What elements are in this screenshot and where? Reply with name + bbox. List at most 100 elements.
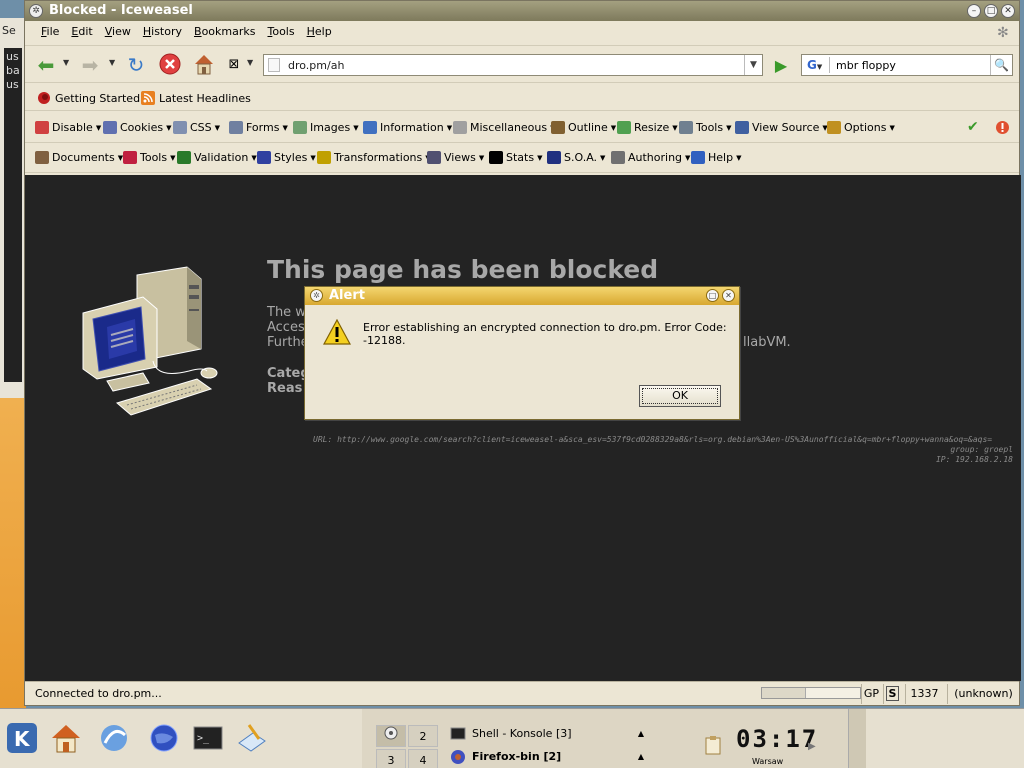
wat-menu-views[interactable]: Views ▼ <box>427 151 484 164</box>
alert-title: Alert <box>329 288 365 303</box>
bg-text-3: ba <box>6 64 20 77</box>
error-console-icon[interactable] <box>995 120 1010 135</box>
alert-title-bar[interactable]: ✲ Alert □ ✕ <box>305 287 739 305</box>
close-tab-x-icon[interactable]: ⊠ <box>221 52 247 78</box>
stop-button[interactable] <box>157 52 183 78</box>
bookmark-getting-started[interactable]: Getting Started <box>37 91 140 105</box>
bg-text-2: us <box>6 50 19 63</box>
bookmark-latest-headlines[interactable]: Latest Headlines <box>141 91 251 105</box>
stats-icon <box>489 151 503 164</box>
pager-desktop-2[interactable]: 2 <box>408 725 438 747</box>
search-engine-icon[interactable]: G▼ <box>804 57 830 73</box>
maximize-icon[interactable]: □ <box>984 4 998 18</box>
search-input[interactable]: mbr floppy <box>836 59 896 72</box>
forward-history-dropdown[interactable]: ▼ <box>109 58 115 67</box>
kmenu-button[interactable]: K <box>4 721 40 757</box>
dropdown-arrow-icon: ▼ <box>170 153 176 162</box>
warning-icon <box>323 319 351 345</box>
url-bar[interactable]: dro.pm/ah ▼ <box>263 54 763 76</box>
wat-menu-stats[interactable]: Stats ▼ <box>489 151 542 164</box>
title-bar[interactable]: ✲ Blocked - Iceweasel – □ ✕ <box>25 1 1019 21</box>
konqueror-button[interactable] <box>96 721 132 757</box>
webdev-menu-css[interactable]: CSS ▼ <box>173 121 220 134</box>
task-konsole[interactable]: Shell - Konsole [3] ▲ <box>448 723 648 745</box>
panel-handle[interactable] <box>848 709 866 768</box>
search-icon[interactable]: 🔍 <box>990 55 1012 75</box>
gp-indicator[interactable]: GP <box>861 684 881 704</box>
dropdown-arrow-icon: ▼ <box>446 123 453 132</box>
dropdown-arrow-icon: ▼ <box>95 123 102 132</box>
menu-view[interactable]: View <box>99 23 137 43</box>
pager-desktop-4[interactable]: 4 <box>408 749 438 768</box>
task-firefox[interactable]: Firefox-bin [2] ▲ <box>448 746 648 768</box>
globe-icon <box>150 724 178 752</box>
browser-launch-button[interactable] <box>146 721 182 757</box>
dropdown-arrow-icon: ▼ <box>600 153 606 162</box>
search-bar[interactable]: G▼ mbr floppy 🔍 <box>801 54 1013 76</box>
ok-button[interactable]: OK <box>639 385 721 407</box>
webdev-menu-miscellaneous[interactable]: Miscellaneous▼ <box>453 121 556 134</box>
menu-tools[interactable]: Tools <box>261 23 300 43</box>
window-menu-icon[interactable]: ✲ <box>29 4 43 18</box>
menu-edit[interactable]: Edit <box>65 23 98 43</box>
webdev-menu-outline[interactable]: Outline ▼ <box>551 121 616 134</box>
webdev-menu-forms[interactable]: Forms ▼ <box>229 121 288 134</box>
dropdown-arrow-icon: ▼ <box>166 123 172 132</box>
url-dropdown-icon[interactable]: ▼ <box>744 55 762 75</box>
wat-menu-validation[interactable]: Validation ▼ <box>177 151 257 164</box>
menu-help[interactable]: Help <box>301 23 338 43</box>
alert-close-icon[interactable]: ✕ <box>722 289 735 302</box>
home-button[interactable] <box>191 52 217 78</box>
klipper-icon[interactable] <box>704 735 722 755</box>
webdev-menu-disable[interactable]: Disable ▼ <box>35 121 101 134</box>
wat-menu-documents[interactable]: Documents ▼ <box>35 151 123 164</box>
pager-desktop-3[interactable]: 3 <box>376 749 406 768</box>
alert-message: Error establishing an encrypted connecti… <box>363 321 727 347</box>
task-expand-icon[interactable]: ▲ <box>638 723 644 745</box>
pager-desktop-1[interactable] <box>376 725 406 747</box>
kwrite-launch-button[interactable] <box>234 721 270 757</box>
task-expand-icon[interactable]: ▲ <box>638 746 644 768</box>
blocked-heading: This page has been blocked <box>267 255 659 284</box>
clock-time[interactable]: 03:17 <box>736 725 818 753</box>
wat-menu-s-o-a[interactable]: S.O.A. ▼ <box>547 151 605 164</box>
dropdown-arrow-icon: ▼ <box>310 153 316 162</box>
alert-menu-icon[interactable]: ✲ <box>310 289 323 302</box>
close-icon[interactable]: ✕ <box>1001 4 1015 18</box>
window-title: Blocked - Iceweasel <box>49 3 193 18</box>
rss-icon <box>141 91 155 105</box>
forward-button[interactable]: ➡ <box>77 52 103 78</box>
pager-window-icon <box>384 726 398 740</box>
s-indicator-icon[interactable]: S <box>883 684 901 704</box>
bookmarks-toolbar: Getting Started Latest Headlines <box>25 85 1019 111</box>
alert-maximize-icon[interactable]: □ <box>706 289 719 302</box>
webdev-menu-information[interactable]: Information ▼ <box>363 121 452 134</box>
menu-history[interactable]: History <box>137 23 188 43</box>
webdev-menu-tools[interactable]: Tools ▼ <box>679 121 732 134</box>
extra-dropdown[interactable]: ▼ <box>247 58 253 67</box>
webdev-menu-options[interactable]: Options ▼ <box>827 121 895 134</box>
wat-menu-help[interactable]: Help ▼ <box>691 151 741 164</box>
minimize-icon[interactable]: – <box>967 4 981 18</box>
blocked-group: group: groepl <box>950 445 1013 454</box>
wat-menu-transformations[interactable]: Transformations▼ <box>317 151 431 164</box>
menu-file[interactable]: File <box>35 23 65 43</box>
back-button[interactable]: ⬅ <box>33 52 59 78</box>
go-button[interactable]: ▶ <box>771 56 791 76</box>
terminal-launch-button[interactable]: >_ <box>190 721 226 757</box>
menu-bookmarks[interactable]: Bookmarks <box>188 23 261 43</box>
svg-text:K: K <box>14 727 31 751</box>
panel-arrow-icon[interactable]: ▶ <box>808 741 816 752</box>
back-history-dropdown[interactable]: ▼ <box>63 58 69 67</box>
wat-menu-authoring[interactable]: Authoring ▼ <box>611 151 690 164</box>
wat-menu-styles[interactable]: Styles ▼ <box>257 151 316 164</box>
webdev-menu-images[interactable]: Images ▼ <box>293 121 359 134</box>
reload-button[interactable]: ↻ <box>123 52 149 78</box>
webdev-menu-cookies[interactable]: Cookies ▼ <box>103 121 171 134</box>
home-folder-button[interactable] <box>48 721 84 757</box>
webdev-menu-resize[interactable]: Resize ▼ <box>617 121 678 134</box>
valid-checkmark-icon[interactable]: ✔ <box>967 119 979 135</box>
url-text: dro.pm/ah <box>288 59 345 72</box>
webdev-menu-view-source[interactable]: View Source ▼ <box>735 121 828 134</box>
wat-menu-tools[interactable]: Tools ▼ <box>123 151 176 164</box>
